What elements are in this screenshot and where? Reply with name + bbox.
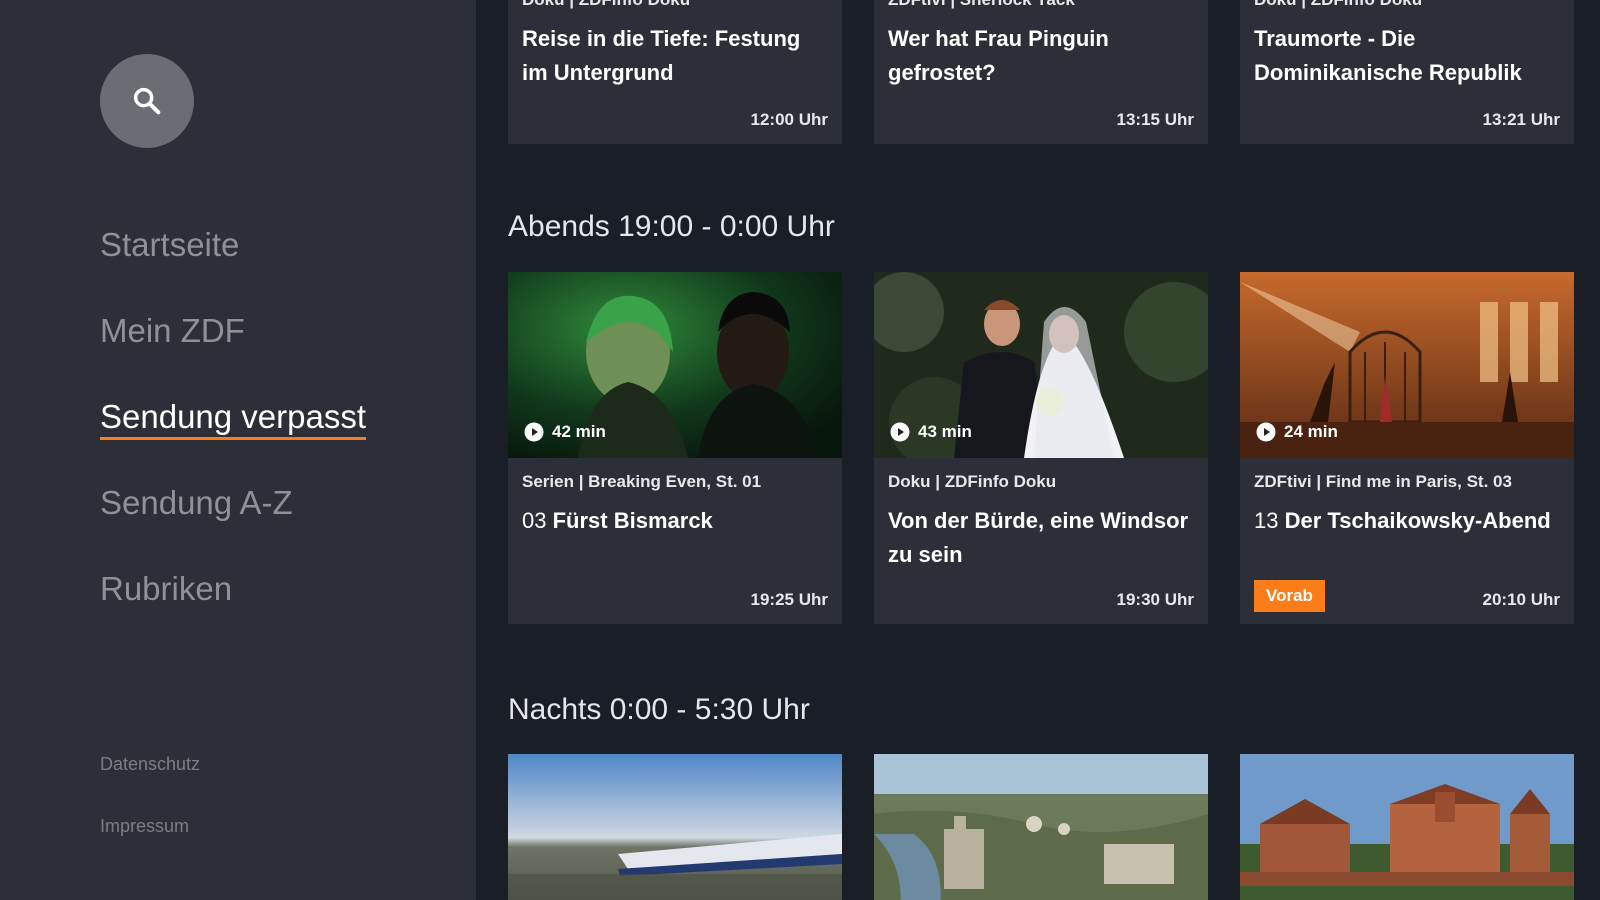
- card-title: 03 Fürst Bismarck: [522, 504, 828, 538]
- thumbnail-image: [1240, 754, 1574, 900]
- broadcast-card[interactable]: [874, 754, 1208, 900]
- card-title: Reise in die Tiefe: Festung im Untergrun…: [522, 26, 801, 85]
- broadcast-card[interactable]: ZDFtivi | Sherlock Yack Wer hat Frau Pin…: [874, 0, 1208, 144]
- section-title-evening: Abends 19:00 - 0:00 Uhr: [508, 210, 835, 243]
- play-icon: [524, 422, 544, 442]
- sidebar: Startseite Mein ZDF Sendung verpasst Sen…: [0, 0, 476, 900]
- play-icon: [890, 422, 910, 442]
- card-meta: Doku | ZDFinfo Doku: [888, 472, 1057, 491]
- thumbnail-image: 24 min: [1240, 272, 1574, 458]
- nav-item-sendung-verpasst[interactable]: Sendung verpasst: [100, 394, 367, 480]
- card-time: 13:21 Uhr: [1482, 110, 1560, 129]
- episode-number: 03: [522, 508, 547, 533]
- broadcast-card[interactable]: [1240, 754, 1574, 900]
- broadcast-card[interactable]: Doku | ZDFinfo Doku Reise in die Tiefe: …: [508, 0, 842, 144]
- card-time: 13:15 Uhr: [1116, 110, 1194, 129]
- section-title-night: Nachts 0:00 - 5:30 Uhr: [508, 693, 810, 726]
- card-meta: Doku | ZDFinfo Doku: [1254, 0, 1560, 10]
- card-meta: Serien | Breaking Even, St. 01: [522, 472, 762, 491]
- nav-item-sendung-a-z[interactable]: Sendung A-Z: [100, 480, 366, 566]
- vorab-badge: Vorab: [1254, 580, 1325, 612]
- duration-label: 42 min: [524, 422, 606, 442]
- card-title: Traumorte - Die Dominikanische Republik: [1254, 26, 1522, 85]
- nav-item-mein-zdf[interactable]: Mein ZDF: [100, 308, 366, 394]
- card-title: Wer hat Frau Pinguin gefrostet?: [888, 26, 1109, 85]
- card-meta: ZDFtivi | Find me in Paris, St. 03: [1254, 472, 1512, 491]
- thumbnail-image: [874, 754, 1208, 900]
- search-icon: [133, 87, 161, 115]
- duration-label: 43 min: [890, 422, 972, 442]
- thumbnail-image: 42 min: [508, 272, 842, 458]
- datenschutz-link[interactable]: Datenschutz: [100, 752, 200, 814]
- footer-links: Datenschutz Impressum: [100, 752, 200, 876]
- card-title: Von der Bürde, eine Windsor zu sein: [888, 508, 1189, 567]
- broadcast-card[interactable]: [508, 754, 842, 900]
- broadcast-card[interactable]: 43 min Doku | ZDFinfo Doku Von der Bürde…: [874, 272, 1208, 624]
- search-button[interactable]: [100, 54, 194, 148]
- card-meta: Doku | ZDFinfo Doku: [522, 0, 828, 10]
- nav-item-label: Sendung verpasst: [100, 397, 367, 440]
- nav-item-rubriken[interactable]: Rubriken: [100, 566, 366, 652]
- broadcast-card[interactable]: 24 min ZDFtivi | Find me in Paris, St. 0…: [1240, 272, 1574, 624]
- impressum-link[interactable]: Impressum: [100, 814, 200, 876]
- episode-number: 13: [1254, 508, 1279, 533]
- card-time: 12:00 Uhr: [750, 110, 828, 129]
- card-meta: ZDFtivi | Sherlock Yack: [888, 0, 1194, 10]
- duration-label: 24 min: [1256, 422, 1338, 442]
- broadcast-card[interactable]: Doku | ZDFinfo Doku Traumorte - Die Domi…: [1240, 0, 1574, 144]
- main-navigation: Startseite Mein ZDF Sendung verpasst Sen…: [100, 222, 367, 652]
- card-time: 19:30 Uhr: [1116, 590, 1194, 609]
- main-content: Doku | ZDFinfo Doku Reise in die Tiefe: …: [476, 0, 1600, 900]
- play-icon: [1256, 422, 1276, 442]
- nav-item-startseite[interactable]: Startseite: [100, 222, 366, 308]
- episode-title: Der Tschaikowsky-Abend: [1284, 508, 1551, 533]
- card-title: 13 Der Tschaikowsky-Abend: [1254, 504, 1560, 538]
- episode-title: Fürst Bismarck: [552, 508, 713, 533]
- broadcast-card[interactable]: 42 min Serien | Breaking Even, St. 01 03…: [508, 272, 842, 624]
- thumbnail-image: [508, 754, 842, 900]
- card-time: 20:10 Uhr: [1482, 590, 1560, 609]
- card-time: 19:25 Uhr: [750, 590, 828, 609]
- thumbnail-image: 43 min: [874, 272, 1208, 458]
